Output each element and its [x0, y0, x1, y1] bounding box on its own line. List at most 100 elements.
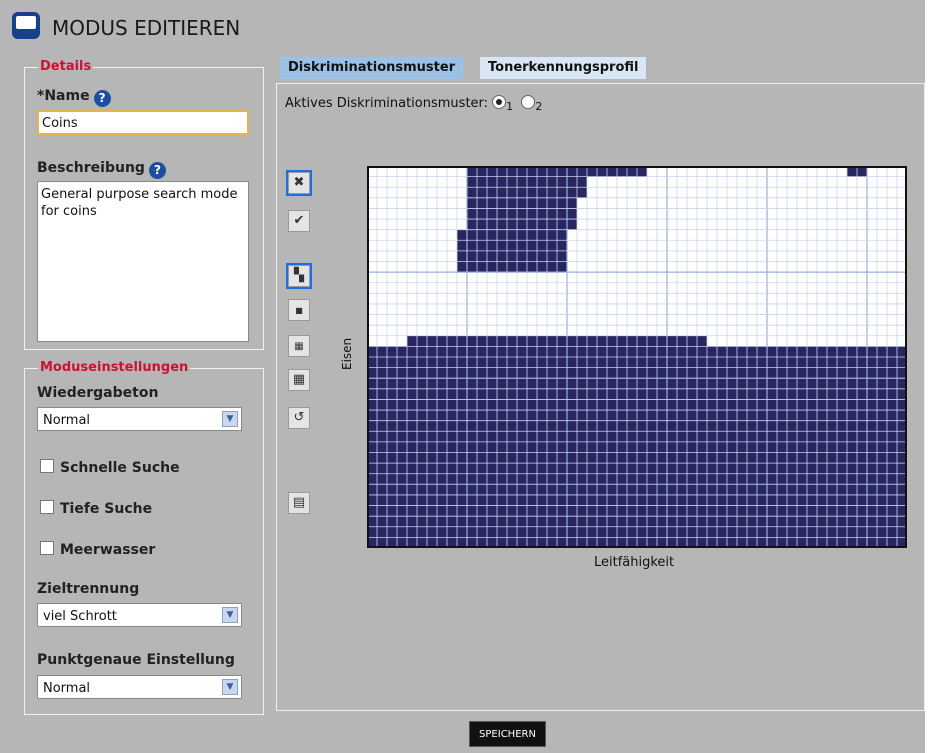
- discrimination-grid[interactable]: [367, 166, 907, 548]
- grid-cell-filled: [887, 526, 897, 538]
- grid-cell-filled: [777, 441, 787, 453]
- grid-cell-filled: [597, 388, 607, 400]
- grid-cell-filled: [707, 399, 717, 411]
- checkbox-box[interactable]: [40, 459, 54, 473]
- grid-cell-filled: [877, 463, 887, 474]
- grid-cell-filled: [597, 452, 607, 464]
- pattern-radio-1[interactable]: [492, 95, 507, 109]
- grid-cell-filled: [397, 367, 407, 379]
- name-input[interactable]: Coins: [37, 110, 249, 135]
- grid-cell-filled: [557, 219, 567, 230]
- grid-cell-filled: [567, 367, 577, 379]
- grid-cell-filled: [427, 463, 437, 474]
- grid-cell-filled: [607, 505, 617, 517]
- grid-cell-filled: [447, 346, 457, 357]
- grid-cell-filled: [567, 187, 577, 198]
- grid-cell-filled: [637, 367, 647, 379]
- grid-cell-filled: [397, 473, 407, 485]
- grid-cell-filled: [687, 420, 697, 432]
- grid-cell-filled: [417, 388, 427, 400]
- audio-select[interactable]: Normal ▼: [37, 407, 242, 431]
- grid-cell-filled: [617, 346, 627, 357]
- description-textarea[interactable]: General purpose search mode for coins: [37, 181, 249, 342]
- save-button[interactable]: SPEICHERN: [469, 721, 546, 747]
- large-brush-button[interactable]: ▦: [288, 369, 310, 391]
- grid-cell-filled: [537, 420, 547, 432]
- grid-cell-filled: [797, 388, 807, 400]
- grid-cell-filled: [467, 388, 477, 400]
- grid-cell-filled: [707, 388, 717, 400]
- seawater-checkbox[interactable]: Meerwasser: [40, 541, 155, 558]
- grid-cell-filled: [497, 197, 507, 209]
- grid-toggle-button[interactable]: ▤: [288, 492, 310, 514]
- grid-cell-filled: [567, 399, 577, 411]
- grid-cell-filled: [727, 367, 737, 379]
- grid-cell-filled: [817, 441, 827, 453]
- grid-cell-filled: [687, 410, 697, 421]
- grid-cell-filled: [617, 367, 627, 379]
- fast-search-checkbox[interactable]: Schnelle Suche: [40, 459, 180, 476]
- tab-tone-profile[interactable]: Tonerkennungsprofil: [480, 57, 647, 79]
- grid-cell-filled: [837, 388, 847, 400]
- grid-cell-filled: [517, 357, 527, 368]
- grid-cell-filled: [577, 357, 587, 368]
- grid-cell-filled: [547, 484, 557, 495]
- help-icon[interactable]: ?: [93, 90, 111, 107]
- grid-cell-filled: [527, 452, 537, 464]
- target-separation-select[interactable]: viel Schrott ▼: [37, 603, 242, 627]
- grid-cell-filled: [527, 240, 537, 251]
- help-icon[interactable]: ?: [148, 162, 166, 179]
- grid-cell-filled: [807, 463, 817, 474]
- grid-cell-filled: [887, 431, 897, 442]
- grid-cell-filled: [427, 367, 437, 379]
- deep-search-checkbox[interactable]: Tiefe Suche: [40, 500, 152, 517]
- grid-cell-filled: [597, 473, 607, 485]
- grid-cell-filled: [467, 335, 477, 347]
- grid-cell-filled: [487, 346, 497, 357]
- grid-cell-filled: [467, 187, 477, 198]
- grid-cell-filled: [467, 208, 477, 220]
- accept-button[interactable]: ✔: [288, 210, 310, 232]
- grid-cell-filled: [487, 240, 497, 251]
- active-pattern-row: Aktives Diskriminationsmuster: 1 2: [285, 95, 546, 113]
- checkbox-box[interactable]: [40, 541, 54, 555]
- grid-cell-filled: [857, 473, 867, 485]
- grid-cell-filled: [467, 441, 477, 453]
- grid-cell-filled: [597, 463, 607, 474]
- grid-cell-filled: [387, 420, 397, 432]
- grid-cell-filled: [597, 357, 607, 368]
- tab-discrimination-pattern[interactable]: Diskriminationsmuster: [280, 57, 464, 79]
- grid-cell-filled: [597, 505, 607, 517]
- grid-cell-filled: [667, 367, 677, 379]
- grid-cell-filled: [397, 431, 407, 442]
- grid-cell-filled: [477, 176, 487, 188]
- grid-cell-filled: [377, 441, 387, 453]
- grid-cell-filled: [737, 357, 747, 368]
- grid-cell-filled: [457, 505, 467, 517]
- grid-cell-filled: [757, 463, 767, 474]
- pattern-radio-2[interactable]: [521, 95, 536, 109]
- grid-cell-filled: [537, 261, 547, 273]
- clear-button[interactable]: ✖: [286, 170, 312, 196]
- grid-cell-filled: [547, 441, 557, 453]
- grid-cell-filled: [867, 441, 877, 453]
- grid-cell-filled: [587, 367, 597, 379]
- grid-cell-filled: [827, 431, 837, 442]
- grid-cell-filled: [647, 441, 657, 453]
- undo-button[interactable]: ↺: [288, 407, 310, 429]
- pen-tool-button[interactable]: ▚: [286, 263, 312, 289]
- grid-cell-filled: [787, 367, 797, 379]
- grid-cell-filled: [697, 367, 707, 379]
- grid-cell-filled: [767, 473, 777, 485]
- grid-cell-filled: [567, 176, 577, 188]
- small-brush-button[interactable]: ■: [288, 299, 310, 321]
- grid-cell-filled: [847, 410, 857, 421]
- medium-brush-button[interactable]: ▦: [288, 335, 310, 357]
- grid-cell-filled: [847, 516, 857, 527]
- checkbox-box[interactable]: [40, 500, 54, 514]
- grid-cell-filled: [577, 378, 587, 389]
- pinpoint-select[interactable]: Normal ▼: [37, 675, 242, 699]
- grid-cell-filled: [557, 399, 567, 411]
- grid-cell-filled: [707, 357, 717, 368]
- grid-cell-filled: [477, 187, 487, 198]
